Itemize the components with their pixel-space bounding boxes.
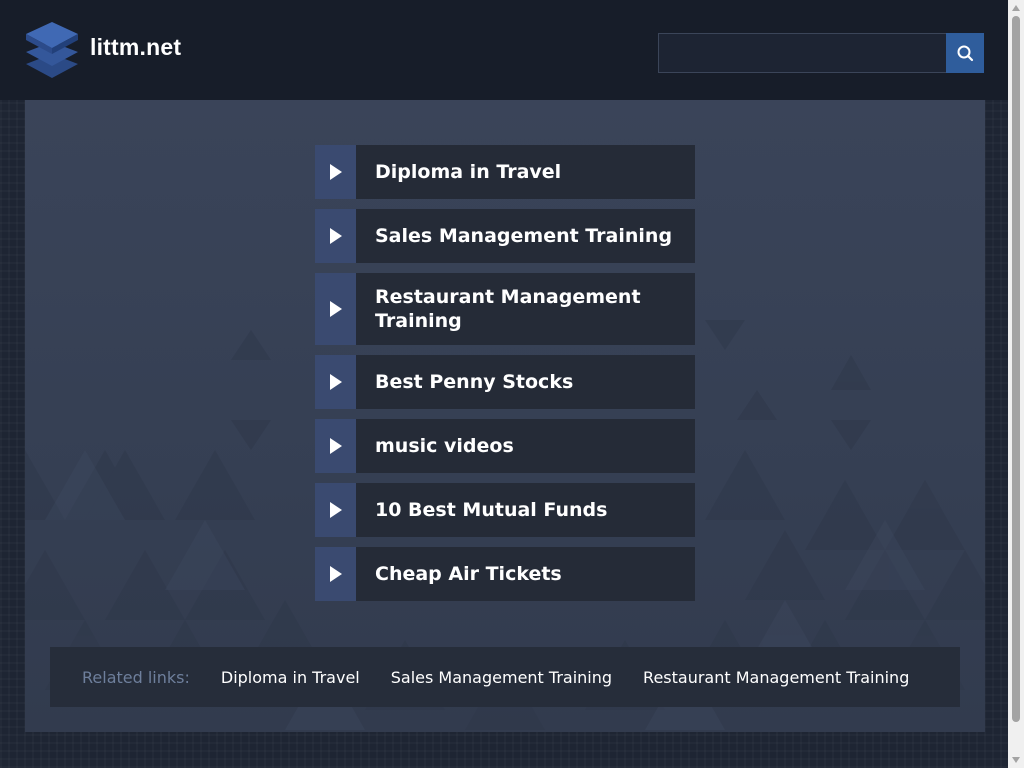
link-label[interactable]: Diploma in Travel — [375, 160, 561, 184]
link-text-box: Cheap Air Tickets — [356, 547, 695, 601]
related-link-diploma-in-travel[interactable]: Diploma in Travel — [221, 668, 360, 687]
search-form — [658, 33, 984, 73]
link-label[interactable]: Sales Management Training — [375, 224, 672, 248]
link-item-10-best-mutual-funds[interactable]: 10 Best Mutual Funds — [315, 483, 695, 537]
link-label[interactable]: Restaurant Management Training — [375, 285, 681, 333]
related-links-bar: Related links: Diploma in Travel Sales M… — [50, 647, 960, 707]
related-links-heading: Related links: — [82, 667, 190, 687]
link-item-music-videos[interactable]: music videos — [315, 419, 695, 473]
play-arrow-icon — [329, 438, 342, 454]
related-link-restaurant-management-training[interactable]: Restaurant Management Training — [643, 668, 909, 687]
link-label[interactable]: Cheap Air Tickets — [375, 562, 562, 586]
link-item-best-penny-stocks[interactable]: Best Penny Stocks — [315, 355, 695, 409]
link-arrow-box — [315, 483, 356, 537]
scroll-down-arrow-icon[interactable] — [1008, 752, 1024, 768]
play-arrow-icon — [329, 228, 342, 244]
related-link-sales-management-training[interactable]: Sales Management Training — [391, 668, 612, 687]
site-title[interactable]: littm.net — [90, 34, 181, 61]
link-text-box: 10 Best Mutual Funds — [356, 483, 695, 537]
play-arrow-icon — [329, 301, 342, 317]
play-arrow-icon — [329, 374, 342, 390]
link-arrow-box — [315, 419, 356, 473]
scroll-up-arrow-icon[interactable] — [1008, 0, 1024, 16]
search-button[interactable] — [946, 33, 984, 73]
stacked-layers-icon[interactable] — [24, 20, 80, 80]
link-arrow-box — [315, 209, 356, 263]
search-icon — [957, 45, 974, 62]
link-label[interactable]: music videos — [375, 434, 514, 458]
site-header: littm.net — [0, 0, 1008, 100]
link-item-cheap-air-tickets[interactable]: Cheap Air Tickets — [315, 547, 695, 601]
link-arrow-box — [315, 145, 356, 199]
link-text-box: Sales Management Training — [356, 209, 695, 263]
link-arrow-box — [315, 547, 356, 601]
link-arrow-box — [315, 355, 356, 409]
link-text-box: music videos — [356, 419, 695, 473]
search-input[interactable] — [658, 33, 946, 73]
link-list: Diploma in Travel Sales Management Train… — [315, 145, 695, 611]
link-text-box: Restaurant Management Training — [356, 273, 695, 345]
link-arrow-box — [315, 273, 356, 345]
scrollbar-thumb[interactable] — [1012, 16, 1020, 722]
link-item-diploma-in-travel[interactable]: Diploma in Travel — [315, 145, 695, 199]
link-text-box: Diploma in Travel — [356, 145, 695, 199]
link-label[interactable]: 10 Best Mutual Funds — [375, 498, 607, 522]
main-panel: Diploma in Travel Sales Management Train… — [25, 100, 985, 732]
play-arrow-icon — [329, 566, 342, 582]
vertical-scrollbar[interactable] — [1008, 0, 1024, 768]
play-arrow-icon — [329, 164, 342, 180]
link-label[interactable]: Best Penny Stocks — [375, 370, 573, 394]
link-text-box: Best Penny Stocks — [356, 355, 695, 409]
link-item-restaurant-management-training[interactable]: Restaurant Management Training — [315, 273, 695, 345]
play-arrow-icon — [329, 502, 342, 518]
link-item-sales-management-training[interactable]: Sales Management Training — [315, 209, 695, 263]
